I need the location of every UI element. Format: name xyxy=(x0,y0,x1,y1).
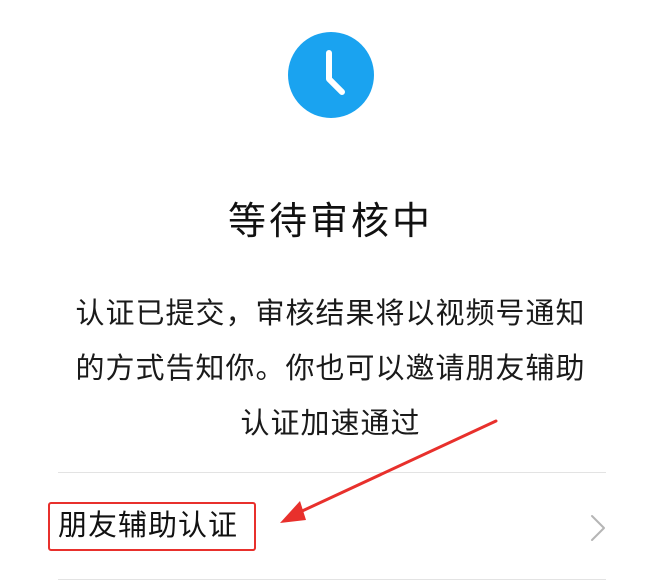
description-line-1: 认证已提交，审核结果将以视频号通知 xyxy=(75,296,586,330)
description-line-3: 认证加速通过 xyxy=(240,406,421,440)
clock-icon xyxy=(288,32,374,118)
description-line-2: 的方式告知你。你也可以邀请朋友辅助 xyxy=(75,351,586,385)
page-title: 等待审核中 xyxy=(227,199,433,243)
divider-bottom xyxy=(58,579,606,580)
status-description: 认证已提交，审核结果将以视频号通知 的方式告知你。你也可以邀请朋友辅助 认证加速… xyxy=(55,286,606,451)
chevron-right-icon xyxy=(591,515,605,541)
friend-assist-verification-row[interactable]: 朋友辅助认证 xyxy=(46,473,611,579)
clock-hands xyxy=(326,50,345,95)
friend-assist-verification-label: 朋友辅助认证 xyxy=(58,508,239,542)
